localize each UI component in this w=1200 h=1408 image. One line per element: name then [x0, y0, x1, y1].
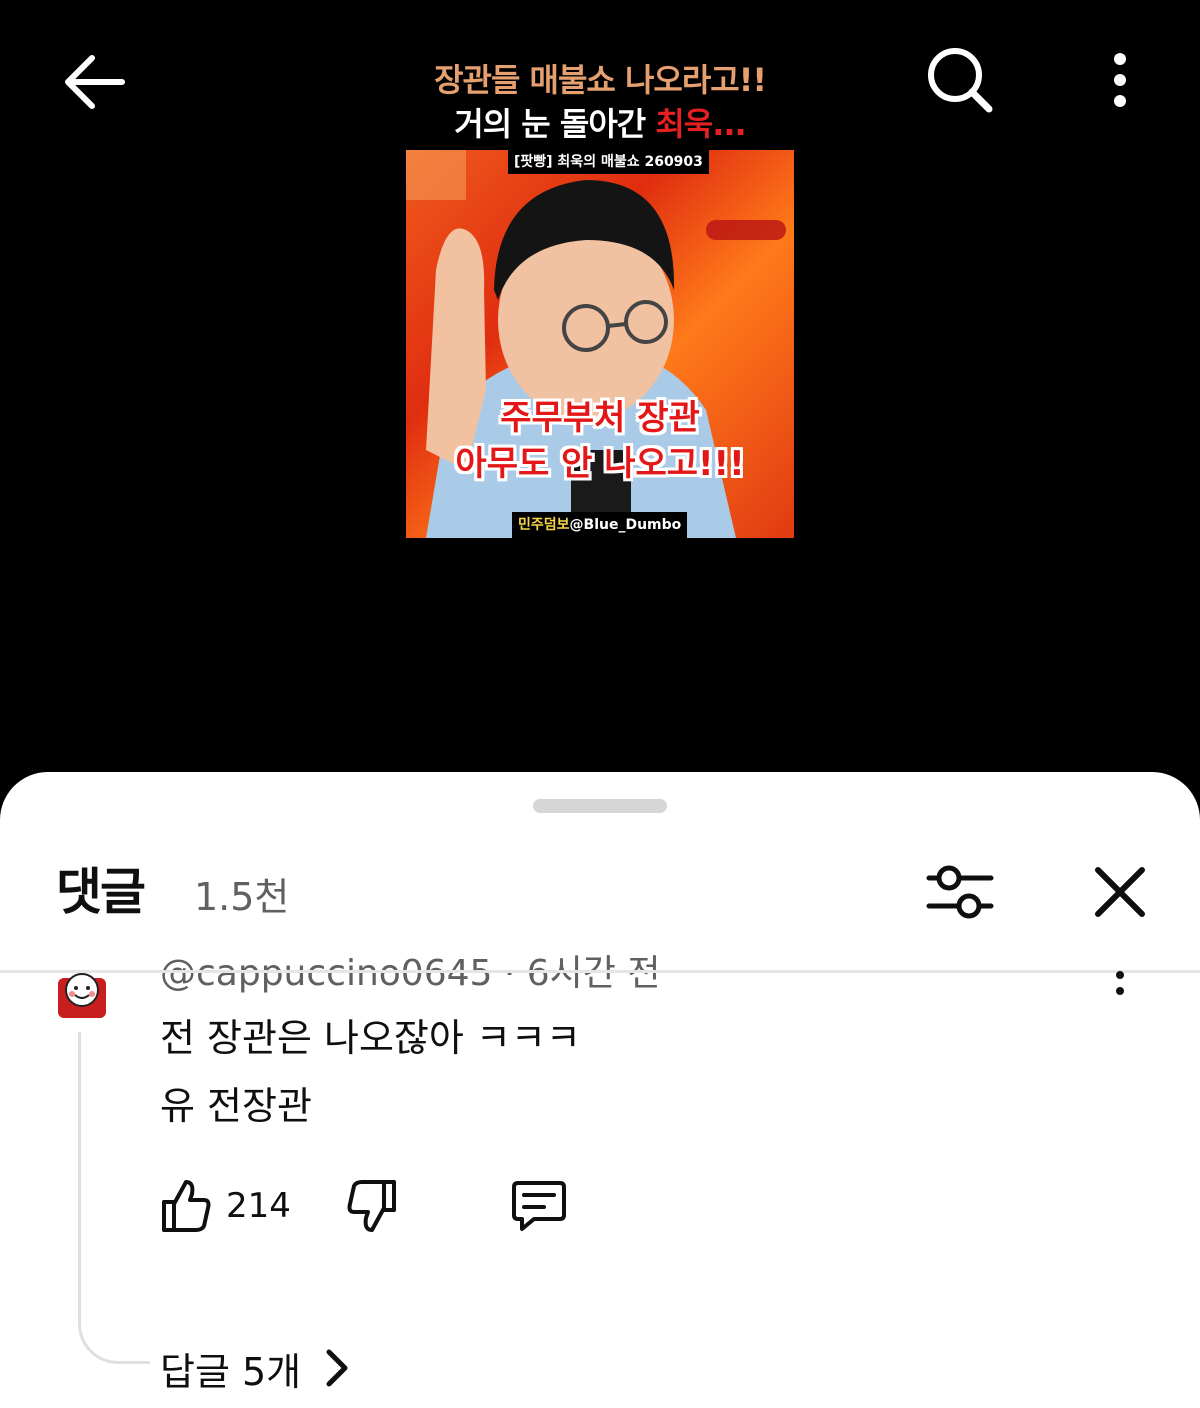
comment-text-line2: 유 전장관 [160, 1084, 312, 1128]
thumbnail-credit-handle: @Blue_Dumbo [569, 517, 682, 533]
shorts-screen: 장관들 매불쇼 나오라고!! 거의 눈 돌아간 최욱... [팟빵] 최욱의 매… [0, 0, 1200, 1408]
video-title-line2: 거의 눈 돌아간 최욱... [300, 102, 900, 146]
close-icon [1095, 867, 1145, 917]
comments-sheet: 댓글 1.5천 @cappuccino0645 · 6시간 전 전 장관은 나오… [0, 772, 1200, 1408]
thumbnail-credit: 민주덤보@Blue_Dumbo [512, 512, 688, 538]
more-vertical-icon [1114, 53, 1126, 107]
video-title-line1: 장관들 매불쇼 나오라고!! [434, 61, 767, 99]
more-options-button[interactable] [1090, 38, 1150, 122]
video-thumbnail[interactable]: [팟빵] 최욱의 매불쇼 260903 주무부처 장관 아무도 안 나오고!!!… [406, 150, 794, 538]
search-button[interactable] [918, 38, 1002, 122]
search-icon [928, 48, 993, 113]
like-button[interactable]: 214 [160, 1176, 291, 1236]
video-title-line2-accent: 최욱... [655, 105, 746, 143]
back-button[interactable] [52, 40, 136, 124]
comment-body: 전 장관은 나오잖아 ㅋㅋㅋ 유 전장관 [160, 1004, 581, 1140]
comment-text-line1: 전 장관은 나오잖아 ㅋㅋㅋ [160, 1016, 581, 1060]
chevron-right-icon [326, 1349, 348, 1387]
sort-filter-button[interactable] [922, 860, 998, 924]
replies-label: 답글 5개 [160, 1349, 302, 1394]
sliders-icon [926, 865, 994, 919]
commenter-avatar[interactable] [54, 970, 110, 1020]
close-comments-button[interactable] [1086, 860, 1154, 924]
thumbnail-tag: [팟빵] 최욱의 매불쇼 260903 [508, 150, 709, 174]
comment-more-button[interactable] [1100, 970, 1140, 1000]
video-title: 장관들 매불쇼 나오라고!! 거의 눈 돌아간 최욱... [300, 58, 900, 146]
avatar-image [58, 973, 106, 1018]
comments-title: 댓글 [56, 863, 146, 921]
sheet-drag-handle[interactable] [533, 799, 667, 813]
view-replies-button[interactable]: 답글 5개 [160, 1338, 353, 1398]
thumbnail-credit-name: 민주덤보 [518, 517, 570, 533]
header-divider [0, 970, 1200, 973]
comments-count: 1.5천 [194, 875, 290, 919]
arrow-left-icon [65, 55, 125, 109]
like-count: 214 [226, 1186, 291, 1226]
thumbs-down-icon [347, 1180, 396, 1232]
dislike-button[interactable] [346, 1176, 406, 1236]
comment-icon [512, 1181, 566, 1231]
reply-button[interactable] [510, 1176, 572, 1236]
thumbs-up-icon [162, 1180, 211, 1232]
thumbnail-caption-line1: 주무부처 장관 [500, 398, 700, 438]
more-vertical-icon [1116, 971, 1124, 995]
thumbnail-caption-line2: 아무도 안 나오고!!! [455, 444, 745, 484]
video-title-line2-main: 거의 눈 돌아간 [454, 105, 656, 143]
reply-thread-line [78, 1032, 150, 1364]
